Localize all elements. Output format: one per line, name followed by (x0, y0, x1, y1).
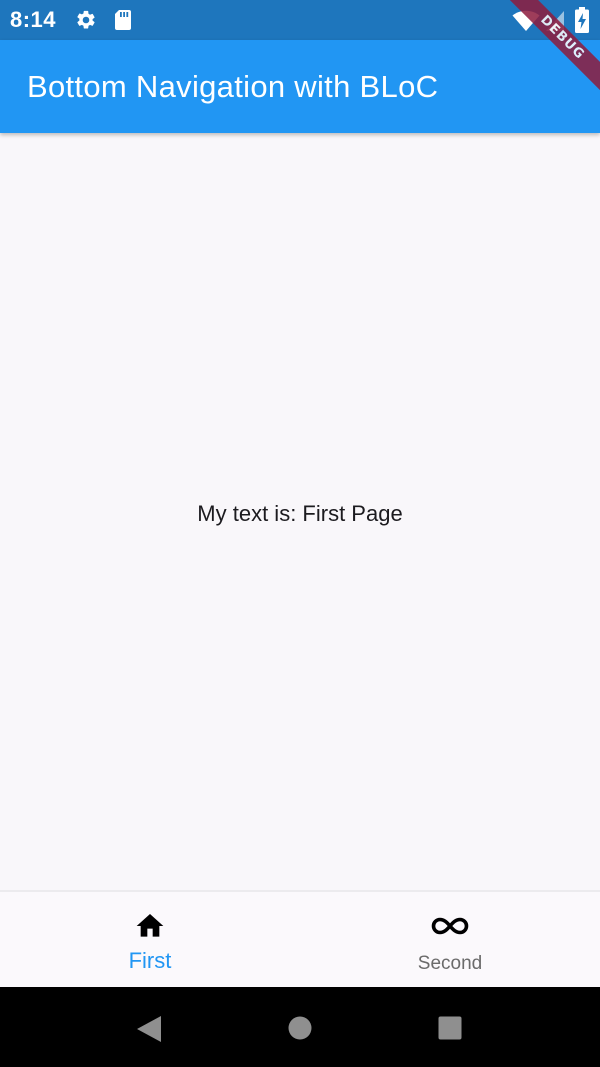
back-icon[interactable] (136, 1015, 162, 1048)
wifi-icon (512, 10, 540, 37)
infinity-icon (431, 910, 469, 942)
system-navigation-bar (0, 987, 600, 1067)
home-circle-icon[interactable] (288, 1016, 312, 1045)
nav-item-second[interactable]: Second (300, 892, 600, 989)
recents-square-icon[interactable] (438, 1016, 462, 1045)
nav-item-second-label: Second (417, 953, 483, 974)
gear-icon (75, 9, 97, 36)
bottom-navigation-bar: First Second (0, 890, 600, 987)
nav-item-first[interactable]: First (0, 892, 300, 989)
app-bar-title: Bottom Navigation with BLoC (27, 69, 439, 104)
status-time: 8:14 (10, 7, 57, 32)
nav-item-first-label: First (128, 948, 172, 973)
page-text: My text is: First Page (197, 501, 403, 526)
battery-charging-icon (575, 7, 589, 38)
status-bar: 8:14 (0, 0, 600, 40)
home-icon (134, 910, 166, 942)
app-bar: Bottom Navigation with BLoC (0, 40, 600, 133)
signal-icon (546, 10, 566, 37)
page-body: My text is: First Page (0, 133, 600, 890)
sd-card-icon (113, 9, 133, 36)
